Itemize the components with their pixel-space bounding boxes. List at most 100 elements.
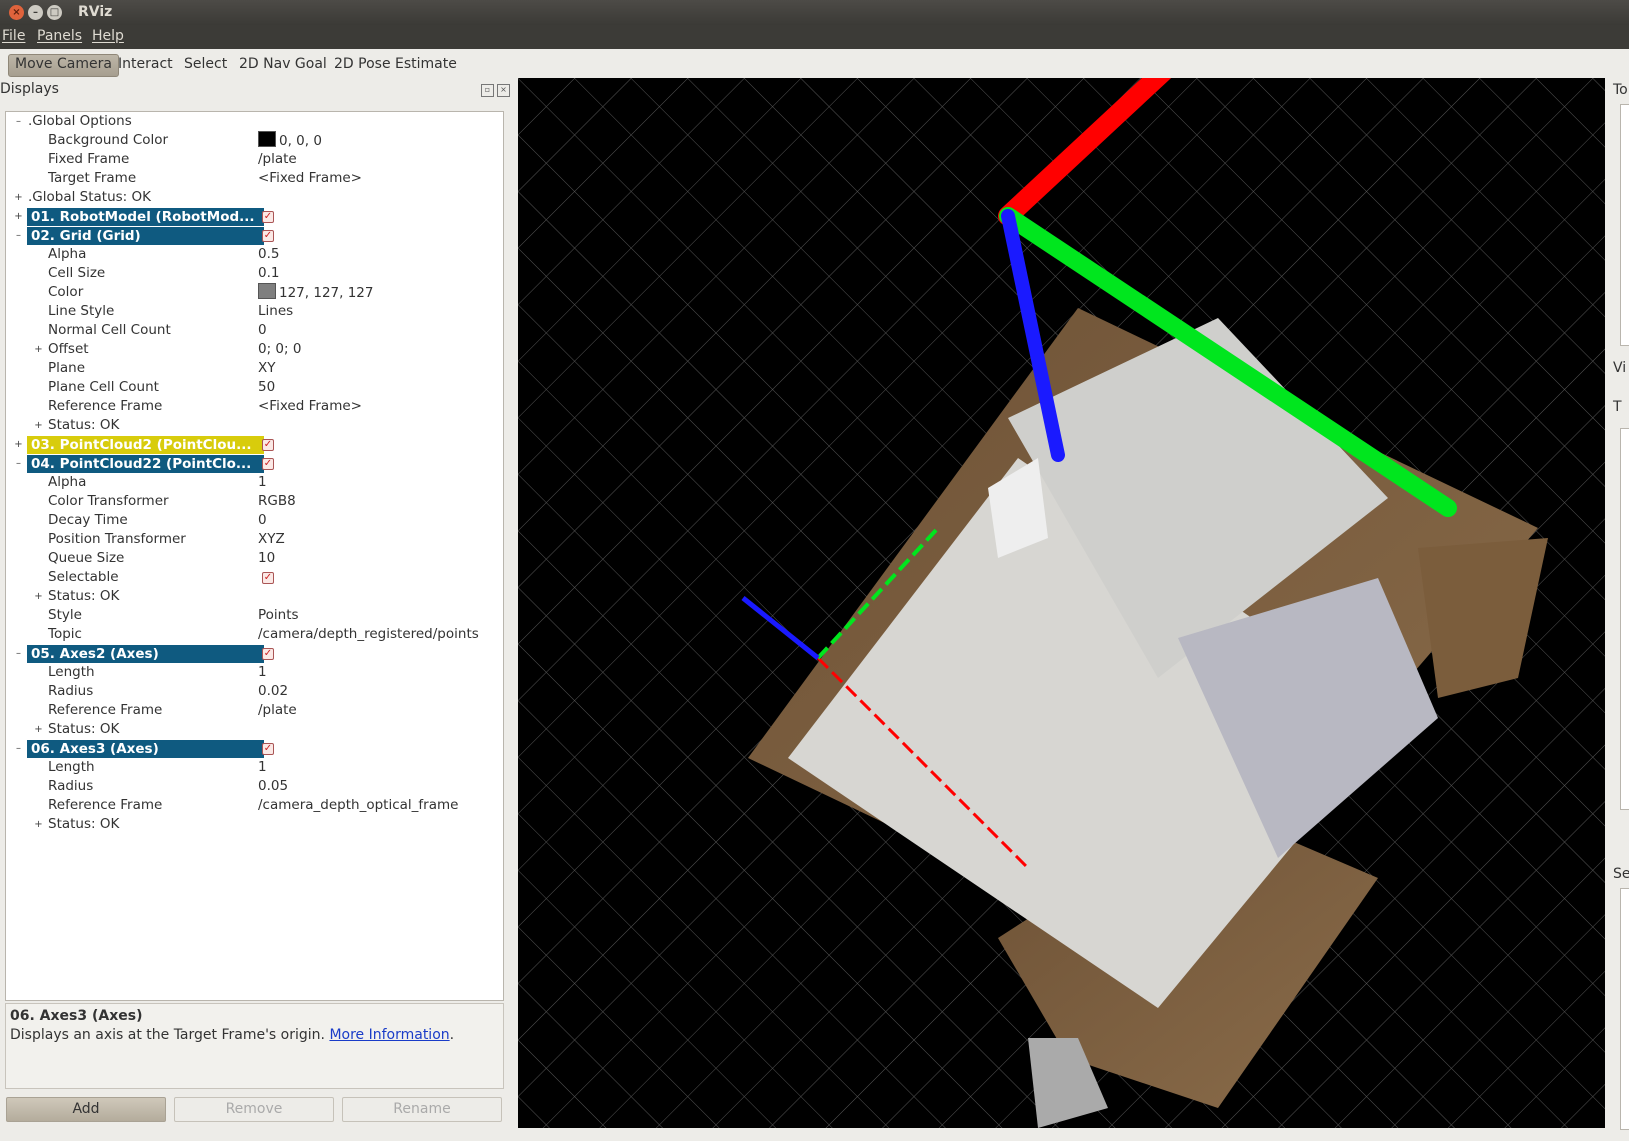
- property-row[interactable]: Length 1: [6, 758, 503, 777]
- property-value[interactable]: 0; 0; 0: [258, 340, 301, 359]
- collapse-icon[interactable]: –: [14, 744, 23, 754]
- selection-box[interactable]: [1620, 888, 1629, 1130]
- property-row[interactable]: Topic/camera/depth_registered/points: [6, 625, 503, 644]
- display-header-row[interactable]: –04. PointCloud22 (PointClo... ✓: [6, 454, 503, 473]
- property-row[interactable]: + .Global Status: OK: [6, 188, 503, 207]
- close-window-icon[interactable]: ×: [9, 5, 24, 20]
- property-row[interactable]: Plane XY: [6, 359, 503, 378]
- enabled-checkbox[interactable]: ✓: [262, 211, 274, 223]
- expand-icon[interactable]: +: [34, 421, 43, 431]
- display-name[interactable]: 06. Axes3 (Axes): [27, 740, 264, 758]
- enabled-checkbox[interactable]: ✓: [262, 230, 274, 242]
- color-swatch[interactable]: [258, 283, 276, 299]
- property-value[interactable]: 0.1: [258, 264, 279, 283]
- selectable-checkbox[interactable]: ✓: [262, 572, 274, 584]
- property-row[interactable]: Background Color 0, 0, 0: [6, 131, 503, 150]
- property-row[interactable]: Position Transformer XYZ: [6, 530, 503, 549]
- property-value[interactable]: 127, 127, 127: [258, 283, 373, 303]
- menu-panels[interactable]: Panels: [37, 28, 82, 44]
- undock-icon[interactable]: ▫: [481, 84, 494, 97]
- render-viewport[interactable]: [518, 78, 1605, 1128]
- expand-icon[interactable]: +: [34, 345, 43, 355]
- property-row[interactable]: Decay Time 0: [6, 511, 503, 530]
- menu-help[interactable]: Help: [92, 28, 124, 44]
- property-row[interactable]: Alpha 1: [6, 473, 503, 492]
- views-box[interactable]: [1620, 428, 1629, 810]
- property-value[interactable]: Lines: [258, 302, 293, 321]
- property-value[interactable]: /camera_depth_optical_frame: [258, 796, 458, 815]
- property-value[interactable]: Points: [258, 606, 299, 625]
- tool-2d-nav-goal[interactable]: 2D Nav Goal: [233, 54, 333, 75]
- property-row[interactable]: Reference Frame/plate: [6, 701, 503, 720]
- property-row[interactable]: Color Transformer RGB8: [6, 492, 503, 511]
- enabled-checkbox[interactable]: ✓: [262, 439, 274, 451]
- property-value[interactable]: 0.05: [258, 777, 288, 796]
- property-value[interactable]: /plate: [258, 150, 297, 169]
- enabled-checkbox[interactable]: ✓: [262, 458, 274, 470]
- property-row[interactable]: Length 1: [6, 663, 503, 682]
- display-name[interactable]: 01. RobotModel (RobotMod...: [27, 208, 264, 226]
- property-value[interactable]: <Fixed Frame>: [258, 397, 362, 416]
- property-value[interactable]: XYZ: [258, 530, 285, 549]
- display-header-row[interactable]: +01. RobotModel (RobotMod... ✓: [6, 207, 503, 226]
- display-header-row[interactable]: –06. Axes3 (Axes) ✓: [6, 739, 503, 758]
- property-value[interactable]: /plate: [258, 701, 297, 720]
- expand-icon[interactable]: +: [34, 725, 43, 735]
- expand-icon[interactable]: +: [34, 592, 43, 602]
- property-value[interactable]: <Fixed Frame>: [258, 169, 362, 188]
- add-button[interactable]: Add: [6, 1097, 166, 1122]
- property-row[interactable]: Cell Size 0.1: [6, 264, 503, 283]
- color-swatch[interactable]: [258, 131, 276, 147]
- minimize-window-icon[interactable]: –: [28, 5, 43, 20]
- property-row[interactable]: Color 127, 127, 127: [6, 283, 503, 302]
- displays-tree[interactable]: – .Global Options Background Color 0, 0, 0F…: [5, 111, 504, 1001]
- display-header-row[interactable]: –05. Axes2 (Axes) ✓: [6, 644, 503, 663]
- property-row[interactable]: Target Frame <Fixed Frame>: [6, 169, 503, 188]
- property-value[interactable]: 0: [258, 321, 267, 340]
- property-row[interactable]: Style Points: [6, 606, 503, 625]
- collapse-icon[interactable]: –: [14, 649, 23, 659]
- enabled-checkbox[interactable]: ✓: [262, 648, 274, 660]
- property-row[interactable]: Selectable ✓: [6, 568, 503, 587]
- expand-icon[interactable]: +: [14, 212, 23, 222]
- property-value[interactable]: 10: [258, 549, 275, 568]
- remove-button[interactable]: Remove: [174, 1097, 334, 1122]
- close-panel-icon[interactable]: ×: [497, 84, 510, 97]
- display-name[interactable]: 05. Axes2 (Axes): [27, 645, 264, 663]
- property-row[interactable]: + Status: OK: [6, 587, 503, 606]
- property-row[interactable]: Normal Cell Count 0: [6, 321, 503, 340]
- property-row[interactable]: Radius 0.05: [6, 777, 503, 796]
- tool-move-camera[interactable]: Move Camera: [8, 54, 119, 77]
- collapse-icon[interactable]: –: [14, 231, 23, 241]
- tool-interact[interactable]: Interact: [112, 54, 179, 75]
- property-row[interactable]: Line Style Lines: [6, 302, 503, 321]
- property-value[interactable]: 50: [258, 378, 275, 397]
- property-value[interactable]: 0: [258, 511, 267, 530]
- property-value[interactable]: XY: [258, 359, 276, 378]
- property-row[interactable]: Reference Frame/camera_depth_optical_fra…: [6, 796, 503, 815]
- tool-select[interactable]: Select: [178, 54, 233, 75]
- rename-button[interactable]: Rename: [342, 1097, 502, 1122]
- property-row[interactable]: – .Global Options: [6, 112, 503, 131]
- property-row[interactable]: Fixed Frame/plate: [6, 150, 503, 169]
- property-row[interactable]: Alpha 0.5: [6, 245, 503, 264]
- expand-icon[interactable]: +: [14, 193, 23, 203]
- expand-icon[interactable]: +: [14, 440, 23, 450]
- tool-2d-pose-estimate[interactable]: 2D Pose Estimate: [328, 54, 463, 75]
- menu-file[interactable]: File: [2, 28, 25, 44]
- property-value[interactable]: 0.5: [258, 245, 279, 264]
- enabled-checkbox[interactable]: ✓: [262, 743, 274, 755]
- maximize-window-icon[interactable]: □: [47, 5, 62, 20]
- property-value[interactable]: 1: [258, 663, 267, 682]
- display-name[interactable]: 04. PointCloud22 (PointClo...: [27, 455, 264, 473]
- property-value[interactable]: /camera/depth_registered/points: [258, 625, 479, 644]
- property-row[interactable]: + Offset 0; 0; 0: [6, 340, 503, 359]
- property-row[interactable]: Radius 0.02: [6, 682, 503, 701]
- property-row[interactable]: Queue Size 10: [6, 549, 503, 568]
- tool-properties-box[interactable]: [1620, 104, 1629, 346]
- display-header-row[interactable]: –02. Grid (Grid) ✓: [6, 226, 503, 245]
- display-name[interactable]: 02. Grid (Grid): [27, 227, 264, 245]
- expand-icon[interactable]: +: [34, 820, 43, 830]
- property-value[interactable]: 1: [258, 758, 267, 777]
- property-row[interactable]: Plane Cell Count 50: [6, 378, 503, 397]
